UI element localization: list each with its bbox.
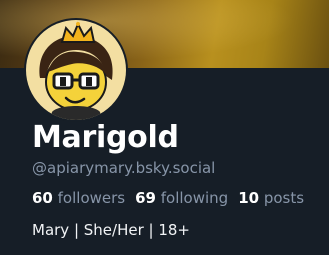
following-link[interactable]: 69 following	[135, 189, 228, 207]
profile-stats: 60 followers 69 following 10 posts	[32, 188, 304, 208]
profile-handle: @apiarymary.bsky.social	[32, 159, 216, 177]
following-count: 69	[135, 189, 156, 207]
posts-label: posts	[263, 189, 305, 207]
avatar-illustration-icon	[26, 20, 126, 120]
following-label: following	[160, 189, 229, 207]
followers-link[interactable]: 60 followers	[32, 189, 125, 207]
posts-count: 10	[238, 189, 260, 207]
avatar[interactable]	[24, 18, 128, 122]
followers-count: 60	[32, 189, 53, 207]
display-name: Marigold	[32, 120, 179, 155]
profile-bio: Mary | She/Her | 18+	[32, 221, 190, 239]
followers-label: followers	[57, 189, 126, 207]
posts-stat: 10 posts	[238, 189, 304, 207]
